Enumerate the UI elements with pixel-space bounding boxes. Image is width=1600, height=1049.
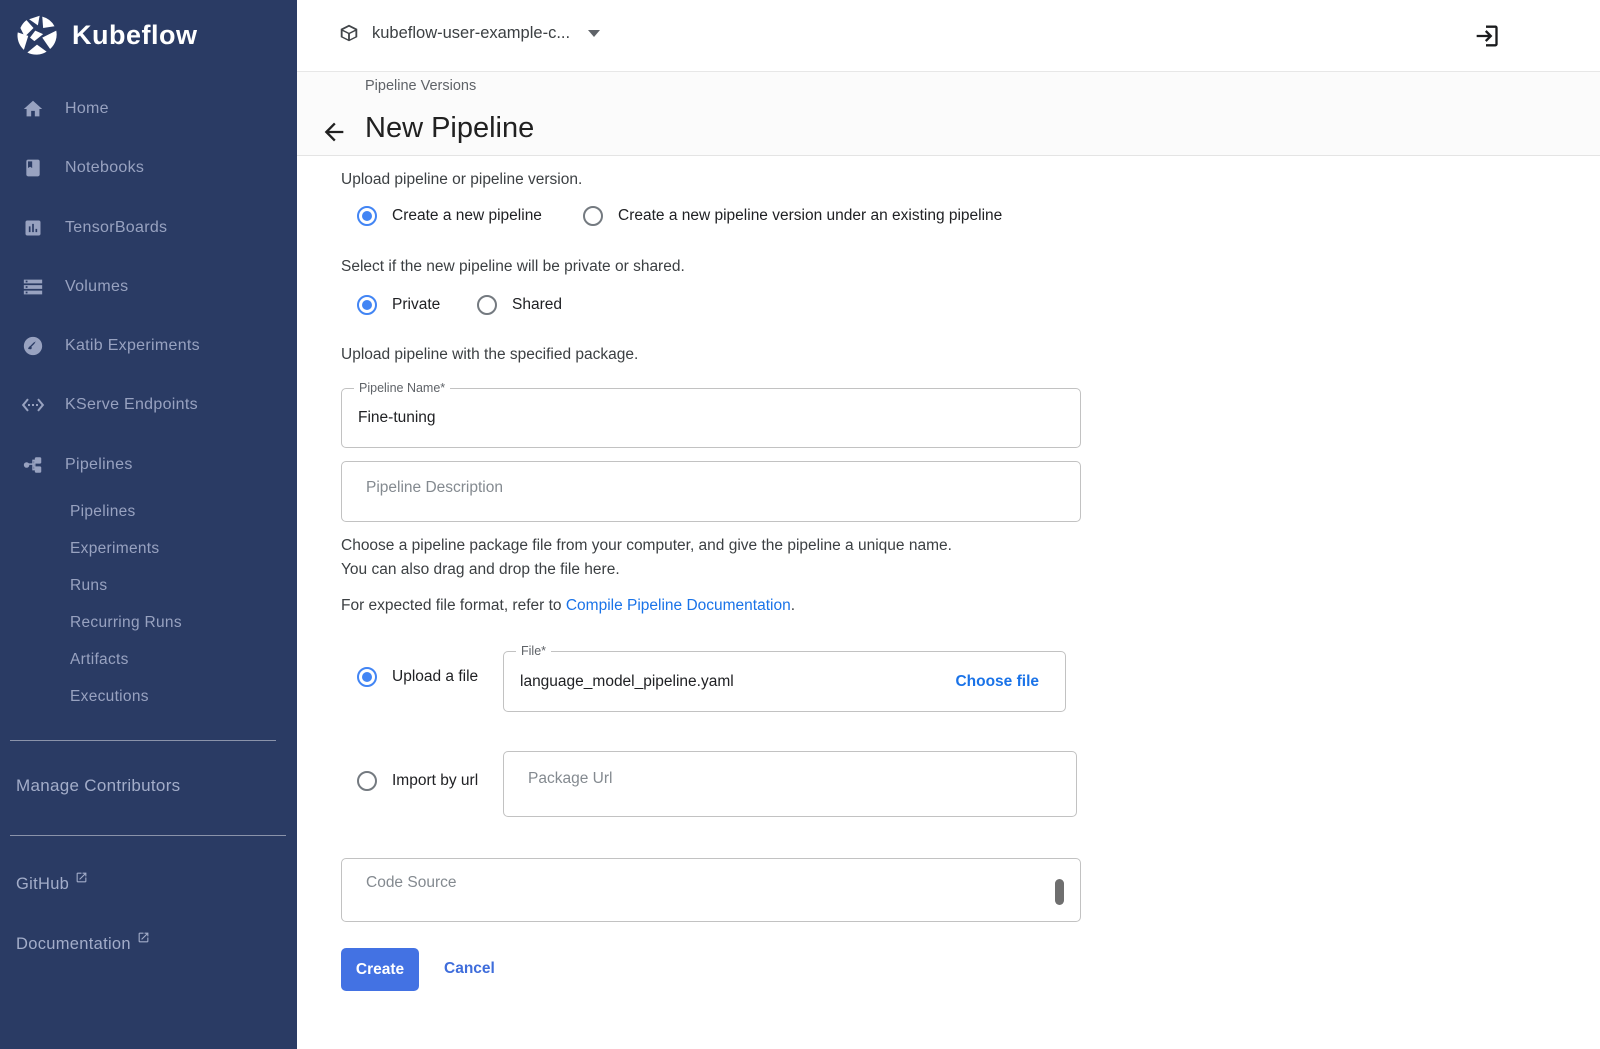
code-source-field xyxy=(341,858,1081,922)
package-help-line1: Choose a pipeline package file from your… xyxy=(341,537,952,555)
sidebar-item-tensorboards[interactable]: TensorBoards xyxy=(0,207,297,249)
kubeflow-app-window: Kubeflow Home Notebooks TensorBoards V xyxy=(0,0,1600,1049)
documentation-link[interactable]: Documentation xyxy=(16,935,150,954)
logout-icon[interactable] xyxy=(1472,22,1500,50)
kubeflow-brand[interactable]: Kubeflow xyxy=(16,14,198,56)
radio-create-new-pipeline[interactable] xyxy=(357,206,377,226)
katib-icon xyxy=(21,334,45,358)
dropdown-caret-icon xyxy=(588,30,600,37)
namespace-selector[interactable]: kubeflow-user-example-c... xyxy=(338,22,600,44)
external-link-icon xyxy=(137,931,150,944)
radio-create-new-version[interactable] xyxy=(583,206,603,226)
radio-private-label[interactable]: Private xyxy=(392,295,440,315)
radio-create-new-version-label[interactable]: Create a new pipeline version under an e… xyxy=(618,206,1002,226)
github-link[interactable]: GitHub xyxy=(16,875,88,894)
sidebar-item-pipelines[interactable]: Pipelines xyxy=(0,444,297,486)
radio-upload-file-label[interactable]: Upload a file xyxy=(392,667,478,687)
namespace-cube-icon xyxy=(338,22,360,44)
sidebar-subitem-runs[interactable]: Runs xyxy=(0,572,297,600)
storage-icon xyxy=(21,275,45,299)
package-section-label: Upload pipeline with the specified packa… xyxy=(341,346,638,364)
chart-icon xyxy=(21,216,45,240)
radio-shared-label[interactable]: Shared xyxy=(512,295,562,315)
sidebar-item-volumes[interactable]: Volumes xyxy=(0,266,297,308)
pipeline-description-field xyxy=(341,461,1081,522)
sidebar-subitem-executions[interactable]: Executions xyxy=(0,683,297,711)
cancel-button[interactable]: Cancel xyxy=(444,960,495,978)
sidebar-item-katib-experiments[interactable]: Katib Experiments xyxy=(0,325,297,367)
sidebar-divider xyxy=(10,835,286,836)
sidebar-subitem-experiments[interactable]: Experiments xyxy=(0,535,297,563)
brand-title: Kubeflow xyxy=(72,20,198,51)
sidebar-subitem-artifacts[interactable]: Artifacts xyxy=(0,646,297,674)
package-url-input[interactable] xyxy=(504,742,1076,816)
notebook-icon xyxy=(21,156,45,180)
package-url-field xyxy=(503,751,1077,817)
pipeline-name-input[interactable] xyxy=(342,389,1080,447)
radio-private[interactable] xyxy=(357,295,377,315)
sidebar-item-home[interactable]: Home xyxy=(0,88,297,130)
radio-create-new-pipeline-label[interactable]: Create a new pipeline xyxy=(392,206,542,226)
page-title: New Pipeline xyxy=(365,112,534,145)
back-arrow-icon[interactable] xyxy=(320,118,348,146)
radio-import-url[interactable] xyxy=(357,771,377,791)
file-field: File* Choose file xyxy=(503,651,1066,712)
radio-upload-file[interactable] xyxy=(357,667,377,687)
sidebar-item-kserve-endpoints[interactable]: KServe Endpoints xyxy=(0,384,297,426)
sidebar-divider xyxy=(10,740,276,741)
choose-file-button[interactable]: Choose file xyxy=(955,673,1039,691)
format-help-line: For expected file format, refer to Compi… xyxy=(341,597,795,615)
file-input[interactable] xyxy=(504,652,924,711)
sidebar-item-notebooks[interactable]: Notebooks xyxy=(0,147,297,189)
namespace-name: kubeflow-user-example-c... xyxy=(372,24,570,43)
code-source-input[interactable] xyxy=(342,845,1080,921)
ethernet-icon xyxy=(21,393,45,417)
compile-pipeline-documentation-link[interactable]: Compile Pipeline Documentation xyxy=(566,597,791,614)
breadcrumb[interactable]: Pipeline Versions xyxy=(365,78,476,94)
external-link-icon xyxy=(75,871,88,884)
sidebar: Kubeflow Home Notebooks TensorBoards V xyxy=(0,0,297,1049)
create-button[interactable]: Create xyxy=(341,948,419,991)
scrollbar-thumb[interactable] xyxy=(1055,879,1064,905)
pipeline-name-field: Pipeline Name* xyxy=(341,388,1081,448)
visibility-section-label: Select if the new pipeline will be priva… xyxy=(341,258,685,276)
sidebar-subitem-pipelines[interactable]: Pipelines xyxy=(0,498,297,526)
sidebar-subitem-recurring-runs[interactable]: Recurring Runs xyxy=(0,609,297,637)
manage-contributors-link[interactable]: Manage Contributors xyxy=(16,776,180,796)
package-help-line2: You can also drag and drop the file here… xyxy=(341,561,620,579)
upload-section-label: Upload pipeline or pipeline version. xyxy=(341,171,582,189)
radio-shared[interactable] xyxy=(477,295,497,315)
pipeline-description-input[interactable] xyxy=(342,454,1080,521)
pipelines-icon xyxy=(21,453,45,477)
kubeflow-logo-icon xyxy=(16,14,58,56)
home-icon xyxy=(21,97,45,121)
radio-import-url-label[interactable]: Import by url xyxy=(392,771,478,791)
